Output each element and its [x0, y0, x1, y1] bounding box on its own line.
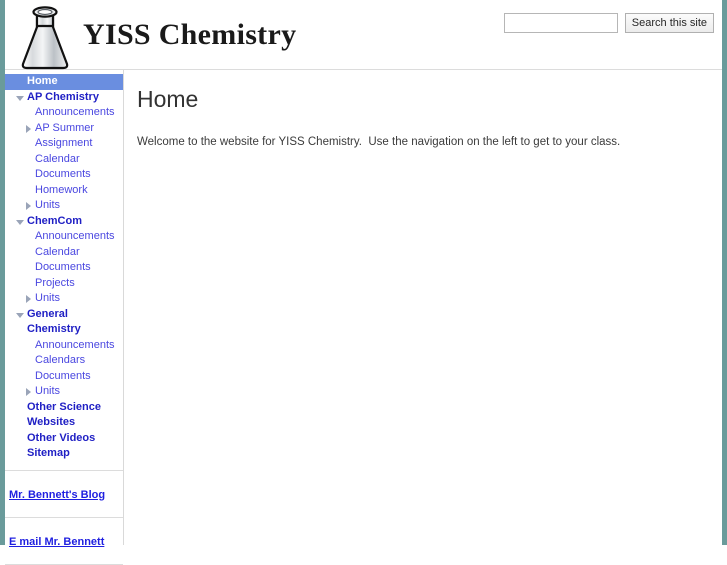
sidebar-item-home[interactable]: Home	[5, 74, 123, 90]
sidebar-item-label: Calendar	[35, 152, 80, 165]
sidebar-item-documents[interactable]: Documents	[5, 369, 123, 385]
search-input[interactable]	[503, 13, 618, 33]
sidebar-item-calendar[interactable]: Calendar	[5, 152, 123, 168]
sidebar-item-label: Other Science Websites	[27, 400, 101, 429]
sidebar-item-label: Units	[35, 385, 61, 397]
page-title: Home	[137, 86, 199, 112]
page-container: YISS Chemistry Search this site Home AP C…	[5, 0, 722, 565]
sidebar-item-label: ChemCom	[27, 214, 83, 227]
sidebar-item-ap-chemistry[interactable]: AP Chemistry	[5, 90, 123, 106]
sidebar-item-other-science-websites[interactable]: Other Science Websites	[5, 400, 123, 431]
chevron-down-icon[interactable]	[16, 95, 24, 101]
page-edge-strip-right	[722, 0, 727, 545]
body-wrapper: Home AP Chemistry Announcements AP Summer A…	[5, 70, 722, 565]
sidebar-item-units[interactable]: Units	[5, 384, 123, 400]
sidebar-item-units[interactable]: Units	[5, 198, 123, 214]
chevron-down-icon[interactable]	[16, 312, 24, 318]
sidebar-item-label: Units	[35, 199, 61, 211]
sidebar-item-calendars[interactable]: Calendars	[5, 353, 123, 369]
sidebar-item-label: General Chemistry	[27, 307, 81, 336]
sidebar-item-general-chemistry[interactable]: General Chemistry	[5, 307, 123, 338]
erlenmeyer-flask-icon	[21, 6, 69, 70]
sidebar-item-projects[interactable]: Projects	[5, 276, 123, 292]
chevron-right-icon[interactable]	[26, 124, 31, 133]
sidebar-item-label: Sitemap	[27, 447, 70, 459]
sidebar-item-sitemap[interactable]: Sitemap	[5, 446, 123, 462]
sidebar-item-label: Projects	[35, 276, 75, 289]
sidebar-item-label: Other Videos	[27, 431, 96, 444]
sidebar-item-label: Announcements	[35, 106, 115, 118]
sidebar-item-documents[interactable]: Documents	[5, 260, 123, 276]
sidebar-item-calendar[interactable]: Calendar	[5, 245, 123, 261]
welcome-paragraph: Welcome to the website for YISS Chemistr…	[137, 136, 621, 148]
sidebar-item-documents[interactable]: Documents	[5, 167, 123, 183]
chevron-right-icon[interactable]	[26, 388, 31, 396]
sidebar-item-ap-summer-assignment[interactable]: AP Summer Assignment	[5, 121, 123, 152]
search-area: Search this site	[503, 13, 714, 33]
site-header: YISS Chemistry Search this site	[5, 0, 722, 70]
sidebar-item-units[interactable]: Units	[5, 291, 123, 307]
sidebar-link-box: Mr. Bennett's Blog	[5, 471, 123, 518]
main-content: Home Welcome to the website for YISS Che…	[124, 70, 722, 545]
sidebar-item-label: Home	[27, 75, 58, 87]
sidebar-nav: Home AP Chemistry Announcements AP Summer A…	[5, 70, 123, 471]
chevron-right-icon[interactable]	[26, 295, 31, 303]
search-button[interactable]: Search this site	[624, 13, 714, 33]
sidebar-item-label: Announcements	[35, 230, 115, 242]
site-title: YISS Chemistry	[83, 18, 297, 51]
sidebar: Home AP Chemistry Announcements AP Summer A…	[5, 70, 124, 565]
sidebar-item-label: Calendar	[35, 245, 80, 258]
sidebar-item-announcements[interactable]: Announcements	[5, 229, 123, 245]
sidebar-item-label: Units	[35, 292, 61, 304]
sidebar-item-label: Announcements	[35, 338, 115, 351]
sidebar-item-homework[interactable]: Homework	[5, 183, 123, 199]
sidebar-item-label: Calendars	[35, 354, 86, 366]
sidebar-item-label: Documents	[35, 369, 91, 382]
sidebar-link-mr-bennett-s-blog[interactable]: Mr. Bennett's Blog	[7, 489, 105, 501]
chevron-right-icon[interactable]	[26, 202, 31, 210]
sidebar-item-announcements[interactable]: Announcements	[5, 105, 123, 121]
sidebar-item-announcements[interactable]: Announcements	[5, 338, 123, 354]
sidebar-item-label: Documents	[35, 261, 91, 273]
site-brand[interactable]: YISS Chemistry	[13, 0, 296, 70]
sidebar-item-label: AP Chemistry	[27, 90, 99, 103]
chevron-down-icon[interactable]	[16, 219, 24, 225]
sidebar-item-label: Homework	[35, 183, 88, 196]
sidebar-links: Mr. Bennett's Blog E mail Mr. Bennett	[5, 471, 123, 565]
sidebar-link-box: E mail Mr. Bennett	[5, 518, 123, 565]
sidebar-item-chemcom[interactable]: ChemCom	[5, 214, 123, 230]
sidebar-item-other-videos[interactable]: Other Videos	[5, 431, 123, 447]
sidebar-item-label: AP Summer Assignment	[35, 121, 95, 150]
sidebar-link-e-mail-mr-bennett[interactable]: E mail Mr. Bennett	[7, 536, 104, 548]
sidebar-item-label: Documents	[35, 168, 91, 180]
